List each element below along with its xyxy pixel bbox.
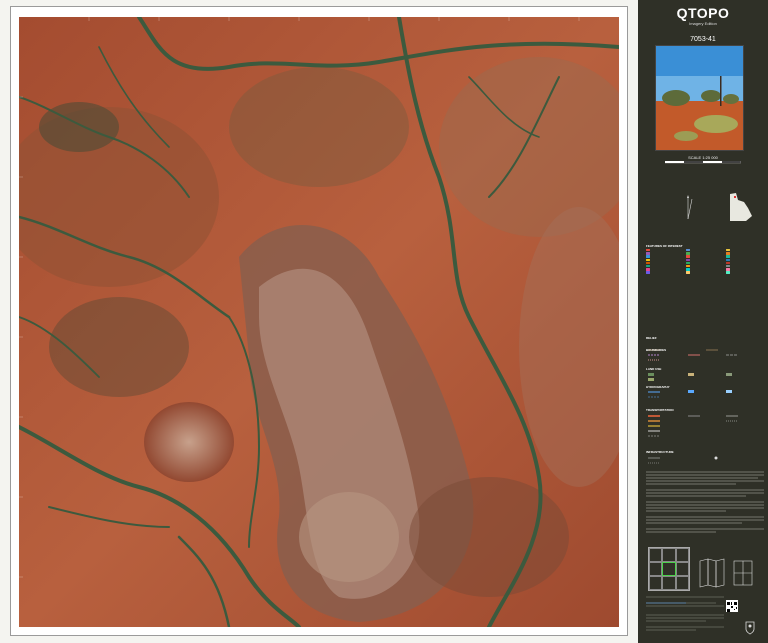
map-frame [10,6,628,636]
infrastructure-symbols [648,456,718,464]
legend-swatch [646,268,684,271]
index-cell[interactable] [662,576,676,590]
index-cell[interactable] [675,548,689,562]
declination-diagram [687,195,693,220]
legend-swatch [646,264,684,268]
legend-swatch [726,252,764,255]
qr-code-icon[interactable] [726,600,738,612]
index-cell[interactable] [675,562,689,576]
legend-swatch [726,255,764,258]
transportation-symbols [648,415,738,437]
index-cell[interactable] [675,576,689,590]
legend-swatch [726,261,764,265]
index-cell-current[interactable] [662,562,676,576]
boundary-symbols [648,354,738,361]
sheet-number: 7053-41 [690,36,716,43]
index-cell[interactable] [649,562,663,576]
legend-panel: QTOPO Imagery Edition 7053-41 SCALE 1:25… [638,0,768,643]
transportation-legend: TRANSPORTATION [646,408,764,447]
legend-swatch [686,264,724,268]
legend-swatch [646,261,684,265]
footer-text-lines [646,596,724,631]
legend-swatch [726,264,764,268]
legend-swatch [686,252,724,255]
features-legend: FEATURES OF INTEREST [646,244,764,274]
legend-swatch [646,249,684,252]
legend-swatch [646,255,684,258]
land-use-symbols [648,373,732,381]
legend-swatch [726,258,764,261]
scale-bar [665,161,741,164]
folding-diagram [699,558,753,588]
notes-text-block [646,471,764,533]
satellite-map-image[interactable] [19,17,619,627]
landscape-photo [655,45,744,151]
adjoining-sheets-index [648,547,690,591]
map-sheet: QTOPO Imagery Edition 7053-41 SCALE 1:25… [0,0,768,643]
legend-swatch [726,268,764,271]
legend-swatch [686,249,724,252]
legend-swatch [686,258,724,261]
legend-swatch [646,271,684,274]
index-cell[interactable] [649,548,663,562]
land-use-heading: LAND USE [646,367,662,371]
legend-swatch [726,271,764,274]
legend-swatch [686,271,724,274]
queensland-crest-icon [740,620,760,636]
legend-swatch [686,268,724,271]
scale-label: SCALE 1:25 000 [688,155,718,160]
legend-swatch [686,261,724,265]
legend-swatch [646,252,684,255]
brand-title: QTOPO [676,5,730,21]
legend-swatch [686,255,724,258]
index-cell[interactable] [649,576,663,590]
brand-subtitle: Imagery Edition [689,21,717,26]
hydrography-legend: HYDROGRAPHY [646,385,764,410]
legend-swatch [726,249,764,252]
relief-heading: RELIEF [646,336,657,340]
index-cell[interactable] [662,548,676,562]
queensland-locator-map-icon [730,193,752,221]
hydrography-symbols [648,390,732,398]
satellite-imagery [19,17,619,627]
legend-swatch [646,258,684,261]
legend-heading: FEATURES OF INTEREST [646,244,683,248]
